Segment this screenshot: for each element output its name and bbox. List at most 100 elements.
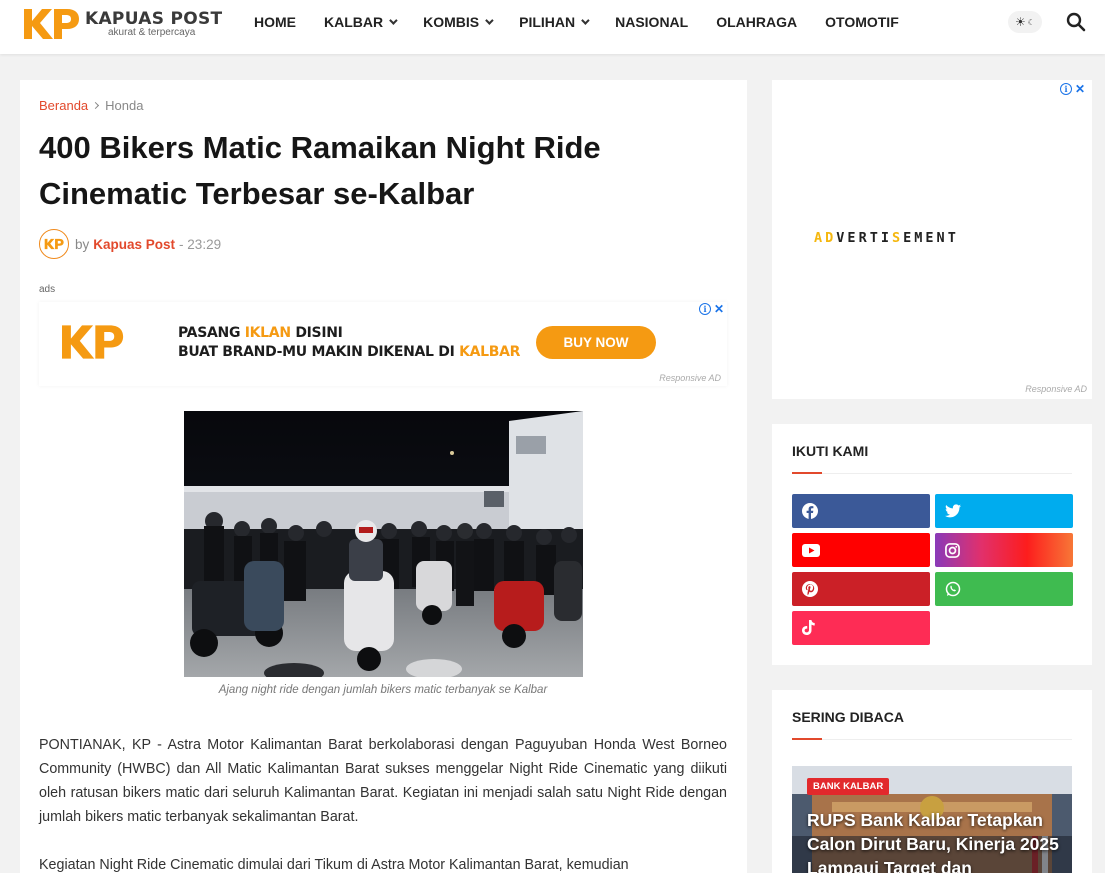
popular-post-card[interactable]: BANK KALBAR RUPS Bank Kalbar Tetapkan Ca…	[792, 766, 1072, 873]
widget-divider	[792, 738, 1072, 740]
ad-choices[interactable]: i ✕	[699, 302, 724, 316]
ad-banner[interactable]: PASANG IKLAN DISINI BUAT BRAND-MU MAKIN …	[39, 302, 727, 386]
ads-label: ads	[39, 284, 56, 295]
close-icon[interactable]: ✕	[1075, 82, 1085, 96]
nav-item-pilihan[interactable]: PILIHAN	[505, 0, 601, 44]
kp-logo-mark	[24, 9, 79, 39]
info-icon[interactable]: i	[699, 303, 711, 315]
adv-letter: M	[914, 230, 926, 246]
theme-toggle[interactable]: ☀ ☾	[1008, 11, 1042, 33]
adv-letter: N	[936, 230, 948, 246]
nav-item-olahraga[interactable]: OLAHRAGA	[702, 0, 811, 44]
article-meta: by Kapuas Post - 23:29	[39, 228, 221, 260]
adv-letter: S	[891, 230, 904, 246]
category-badge[interactable]: BANK KALBAR	[807, 778, 890, 795]
facebook-button[interactable]	[792, 494, 930, 528]
photo-caption: Ajang night ride dengan jumlah bikers ma…	[218, 684, 548, 696]
adv-letter: R	[858, 230, 870, 246]
nav-item-kalbar[interactable]: KALBAR	[310, 0, 409, 44]
nav-item-otomotif[interactable]: OTOMOTIF	[811, 0, 913, 44]
chevron-down-icon	[389, 16, 398, 25]
publish-time-value: 23:29	[187, 236, 222, 252]
kp-logo-mark	[62, 325, 124, 359]
nav-item-nasional[interactable]: NASIONAL	[601, 0, 702, 44]
sun-icon: ☀	[1015, 15, 1026, 29]
adv-letter: E	[925, 230, 937, 246]
site-tagline: akurat & terpercaya	[108, 27, 196, 38]
tiktok-icon	[802, 620, 815, 635]
advertisement-wordmark: ADVERTISEMENT	[814, 230, 959, 246]
buy-now-button[interactable]: BUY NOW	[536, 326, 656, 359]
ad-choices[interactable]: i ✕	[1060, 82, 1085, 96]
pinterest-button[interactable]	[792, 572, 930, 606]
by-label: by	[75, 236, 90, 252]
responsive-ad-label: Responsive AD	[1025, 384, 1087, 394]
popular-post-title[interactable]: RUPS Bank Kalbar Tetapkan Calon Dirut Ba…	[807, 808, 1067, 873]
article-card: Beranda Honda 400 Bikers Matic Ramaikan …	[20, 80, 747, 873]
search-button[interactable]	[1059, 4, 1093, 40]
article-paragraph: PONTIANAK, KP - Astra Motor Kalimantan B…	[39, 737, 727, 825]
breadcrumb-category-link[interactable]: Honda	[105, 98, 143, 113]
nav-label: PILIHAN	[519, 14, 576, 30]
whatsapp-icon	[945, 581, 961, 597]
moon-icon: ☾	[1027, 17, 1035, 27]
adv-letter: I	[880, 230, 892, 246]
follow-widget: IKUTI KAMI	[772, 424, 1092, 665]
publish-time: - 23:29	[179, 236, 222, 252]
adv-letter: E	[903, 230, 915, 246]
site-name: KAPUAS POST	[85, 9, 223, 29]
banner-text: PASANG	[178, 325, 245, 341]
nav-label: NASIONAL	[615, 14, 689, 30]
chevron-down-icon	[581, 16, 590, 25]
adv-letter: T	[947, 230, 959, 246]
site-logo[interactable]: KAPUAS POST akurat & terpercaya	[22, 6, 232, 44]
search-icon	[1066, 12, 1086, 32]
nav-label: HOME	[254, 14, 296, 30]
youtube-button[interactable]	[792, 533, 930, 567]
twitter-icon	[945, 504, 961, 518]
article-body: PONTIANAK, KP - Astra Motor Kalimantan B…	[39, 733, 727, 873]
nav-item-home[interactable]: HOME	[240, 0, 310, 44]
article-photo	[184, 411, 583, 677]
instagram-icon	[945, 542, 960, 558]
nav-label: OTOMOTIF	[825, 14, 899, 30]
site-header: KAPUAS POST akurat & terpercaya HOME KAL…	[0, 0, 1105, 54]
adv-letter: T	[869, 230, 881, 246]
close-icon[interactable]: ✕	[714, 302, 724, 316]
banner-highlight: KALBAR	[459, 344, 521, 360]
adv-letter: V	[836, 230, 848, 246]
widget-title: SERING DIBACA	[792, 709, 905, 725]
banner-headline: PASANG IKLAN DISINI	[178, 325, 343, 341]
kp-logo-icon	[44, 238, 64, 250]
nav-label: KOMBIS	[423, 14, 480, 30]
sidebar-ad[interactable]: i ✕ ADVERTISEMENT Responsive AD	[772, 80, 1092, 399]
facebook-icon	[802, 503, 818, 519]
author-avatar[interactable]	[39, 229, 69, 259]
whatsapp-button[interactable]	[935, 572, 1073, 606]
youtube-icon	[802, 543, 820, 557]
adv-letter: E	[847, 230, 859, 246]
responsive-ad-label: Responsive AD	[659, 373, 721, 383]
chevron-right-icon	[92, 101, 100, 110]
chevron-down-icon	[485, 16, 494, 25]
adv-letter: D	[825, 230, 837, 246]
tiktok-button[interactable]	[792, 611, 930, 645]
twitter-button[interactable]	[935, 494, 1073, 528]
popular-widget: SERING DIBACA BANK KALBAR RUPS Bank Kalb…	[772, 690, 1092, 873]
breadcrumb: Beranda Honda	[39, 98, 143, 113]
widget-divider	[792, 472, 1072, 474]
widget-title: IKUTI KAMI	[792, 443, 869, 459]
author-link[interactable]: Kapuas Post	[93, 237, 175, 252]
pinterest-icon	[802, 581, 818, 597]
breadcrumb-home-link[interactable]: Beranda	[39, 98, 88, 113]
article-paragraph: Kegiatan Night Ride Cinematic dimulai da…	[39, 857, 629, 873]
banner-subline: BUAT BRAND-MU MAKIN DIKENAL DI KALBAR	[178, 344, 520, 360]
nav-label: KALBAR	[324, 14, 384, 30]
adv-letter: A	[814, 230, 826, 246]
main-nav: HOME KALBAR KOMBIS PILIHAN NASIONAL OLAH…	[240, 0, 913, 44]
info-icon[interactable]: i	[1060, 83, 1072, 95]
nav-item-kombis[interactable]: KOMBIS	[409, 0, 505, 44]
night-ride-photo	[184, 411, 583, 677]
nav-label: OLAHRAGA	[716, 14, 798, 30]
instagram-button[interactable]	[935, 533, 1073, 567]
